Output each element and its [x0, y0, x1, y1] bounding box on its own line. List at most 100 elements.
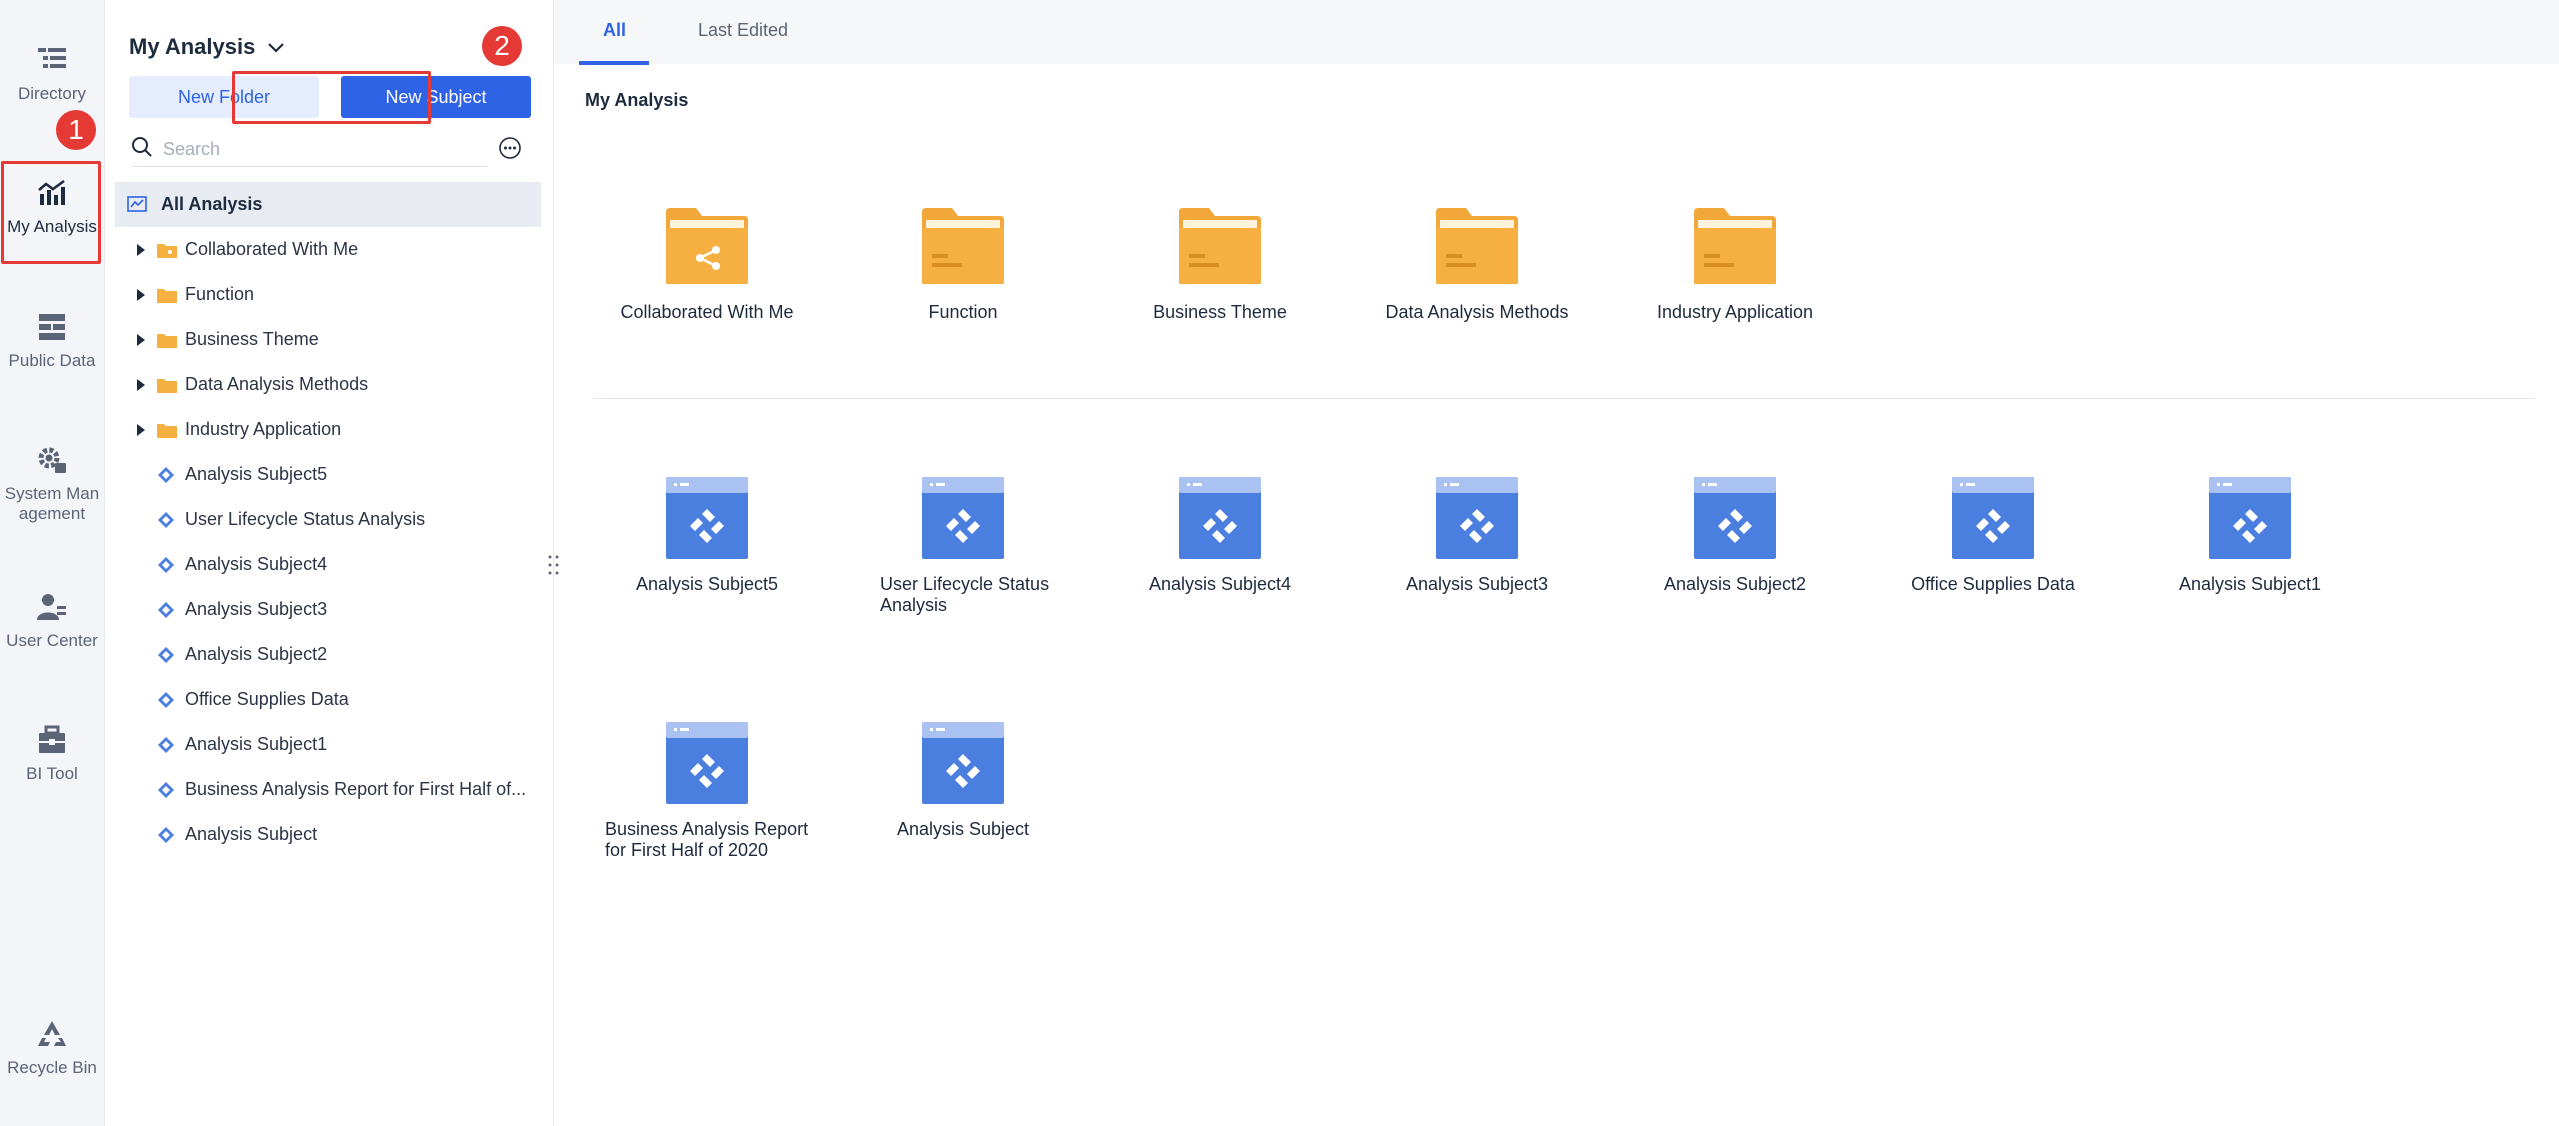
- shared-folder-icon: [664, 204, 750, 288]
- folder-tile-business-theme[interactable]: Business Theme: [1115, 204, 1325, 323]
- subject-tile[interactable]: Office Supplies Data: [1888, 476, 2098, 595]
- caret-right-icon[interactable]: [133, 288, 149, 301]
- tree-item-label: User Lifecycle Status Analysis: [185, 509, 426, 529]
- tree-subject-item[interactable]: Analysis Subject5: [115, 452, 541, 497]
- rail-item-system-management[interactable]: System Man agement: [0, 428, 104, 528]
- tree-title-dropdown[interactable]: My Analysis: [129, 34, 285, 60]
- section-divider: [593, 398, 2535, 399]
- tile-label: Data Analysis Methods: [1385, 302, 1569, 322]
- subject-icon: [157, 781, 175, 799]
- rail-label-directory: Directory: [17, 84, 86, 103]
- folder-icon: [920, 204, 1006, 288]
- new-subject-button[interactable]: New Subject: [341, 76, 531, 118]
- tree-subject-item[interactable]: Business Analysis Report for First Half …: [115, 767, 541, 812]
- subject-icon: [157, 691, 175, 709]
- tree-item-label: Office Supplies Data: [185, 689, 349, 709]
- tile-label: Collaborated With Me: [620, 302, 794, 322]
- folder-tile-collaborated[interactable]: Collaborated With Me: [602, 204, 812, 323]
- caret-right-icon[interactable]: [133, 243, 149, 256]
- tree-folder-data-analysis-methods[interactable]: Data Analysis Methods: [115, 362, 541, 407]
- rail-label-recycle-bin: Recycle Bin: [7, 1058, 97, 1077]
- tree-folder-collaborated[interactable]: Collaborated With Me: [115, 227, 541, 272]
- tree-item-label: Analysis Subject: [185, 824, 318, 844]
- bi-tool-icon: [34, 722, 70, 758]
- rail-label-my-analysis: My Analysis: [7, 217, 97, 236]
- tree-subject-item[interactable]: Office Supplies Data: [115, 677, 541, 722]
- subject-tile[interactable]: Analysis Subject1: [2145, 476, 2355, 595]
- step-badge-2: 2: [482, 26, 522, 66]
- rail-label-bi-tool: BI Tool: [26, 764, 78, 783]
- rail-label-user-center: User Center: [6, 631, 98, 650]
- rail-item-user-center[interactable]: User Center: [0, 575, 104, 675]
- tree-subject-item[interactable]: Analysis Subject2: [115, 632, 541, 677]
- chart-line-icon: [127, 195, 147, 214]
- caret-right-icon[interactable]: [133, 378, 149, 391]
- folder-tile-function[interactable]: Function: [858, 204, 1068, 323]
- subject-tile[interactable]: Analysis Subject2: [1630, 476, 1840, 595]
- rail-item-public-data[interactable]: Public Data: [0, 295, 104, 395]
- subject-tile[interactable]: User Lifecycle Status Analysis: [858, 476, 1068, 616]
- tile-label: Analysis Subject2: [1663, 574, 1807, 594]
- subject-icon: [1177, 476, 1263, 560]
- user-center-icon: [34, 589, 70, 625]
- tree-item-label: Industry Application: [185, 419, 342, 439]
- search-bar: [131, 133, 488, 167]
- subject-icon: [1950, 476, 2036, 560]
- tree-folder-function[interactable]: Function: [115, 272, 541, 317]
- subject-tile[interactable]: Analysis Subject: [858, 721, 1068, 840]
- tree-item-label: Analysis Subject1: [185, 734, 328, 754]
- shared-folder-icon: [157, 242, 177, 258]
- tree-subject-item[interactable]: Analysis Subject4: [115, 542, 541, 587]
- tree-folder-industry-application[interactable]: Industry Application: [115, 407, 541, 452]
- search-input[interactable]: [163, 139, 463, 160]
- recycle-bin-icon: [34, 1016, 70, 1052]
- more-options-icon[interactable]: [498, 136, 522, 160]
- tile-label: User Lifecycle Status Analysis: [880, 574, 1050, 615]
- tile-label: Analysis Subject1: [2178, 574, 2322, 594]
- subject-tile[interactable]: Analysis Subject3: [1372, 476, 1582, 595]
- main-content: All Last Edited My Analysis Collaborated…: [555, 0, 2559, 1126]
- folder-icon: [157, 287, 177, 303]
- section-title: My Analysis: [585, 90, 689, 110]
- rail-item-recycle-bin[interactable]: Recycle Bin: [0, 1002, 104, 1102]
- new-folder-button[interactable]: New Folder: [129, 76, 319, 118]
- tab-bar: All Last Edited: [555, 0, 2559, 65]
- chevron-down-icon: [267, 34, 285, 60]
- folder-icon: [157, 377, 177, 393]
- tab-all[interactable]: All: [603, 20, 626, 41]
- nav-rail: Directory My Analysis Public Data System…: [0, 0, 105, 1126]
- subject-tile[interactable]: Analysis Subject5: [602, 476, 812, 595]
- tile-label: Office Supplies Data: [1911, 574, 2075, 594]
- step-badge-1: 1: [56, 110, 96, 150]
- tree-item-label: Business Theme: [185, 329, 319, 349]
- rail-item-bi-tool[interactable]: BI Tool: [0, 708, 104, 808]
- folder-icon: [1692, 204, 1778, 288]
- tree-item-label: Business Analysis Report for First Half …: [185, 779, 527, 799]
- caret-right-icon[interactable]: [133, 333, 149, 346]
- tree-subject-item[interactable]: Analysis Subject: [115, 812, 541, 857]
- folder-icon: [1434, 204, 1520, 288]
- app-window: Directory My Analysis Public Data System…: [0, 0, 2559, 1126]
- folder-tile-industry-application[interactable]: Industry Application: [1630, 204, 1840, 323]
- folder-tile-data-analysis-methods[interactable]: Data Analysis Methods: [1372, 204, 1582, 323]
- subject-icon: [157, 826, 175, 844]
- subject-tile[interactable]: Analysis Subject4: [1115, 476, 1325, 595]
- my-analysis-icon: [34, 175, 70, 211]
- tree-item-all-analysis[interactable]: All Analysis: [115, 182, 541, 227]
- tree-item-label: Collaborated With Me: [185, 239, 359, 259]
- tab-last-edited[interactable]: Last Edited: [698, 20, 788, 41]
- tab-active-indicator: [579, 61, 649, 65]
- subject-icon: [664, 721, 750, 805]
- tree-title: My Analysis: [129, 34, 256, 59]
- tree-subject-item[interactable]: Analysis Subject1: [115, 722, 541, 767]
- tree-folder-business-theme[interactable]: Business Theme: [115, 317, 541, 362]
- rail-item-directory[interactable]: Directory: [0, 28, 104, 128]
- subject-icon: [1434, 476, 1520, 560]
- subject-icon: [920, 476, 1006, 560]
- tree-subject-item[interactable]: Analysis Subject3: [115, 587, 541, 632]
- rail-item-my-analysis[interactable]: My Analysis: [0, 161, 104, 261]
- subject-tile[interactable]: Business Analysis Report for First Half …: [602, 721, 812, 861]
- tree-subject-item[interactable]: User Lifecycle Status Analysis: [115, 497, 541, 542]
- tile-label: Industry Application: [1656, 302, 1814, 322]
- caret-right-icon[interactable]: [133, 423, 149, 436]
